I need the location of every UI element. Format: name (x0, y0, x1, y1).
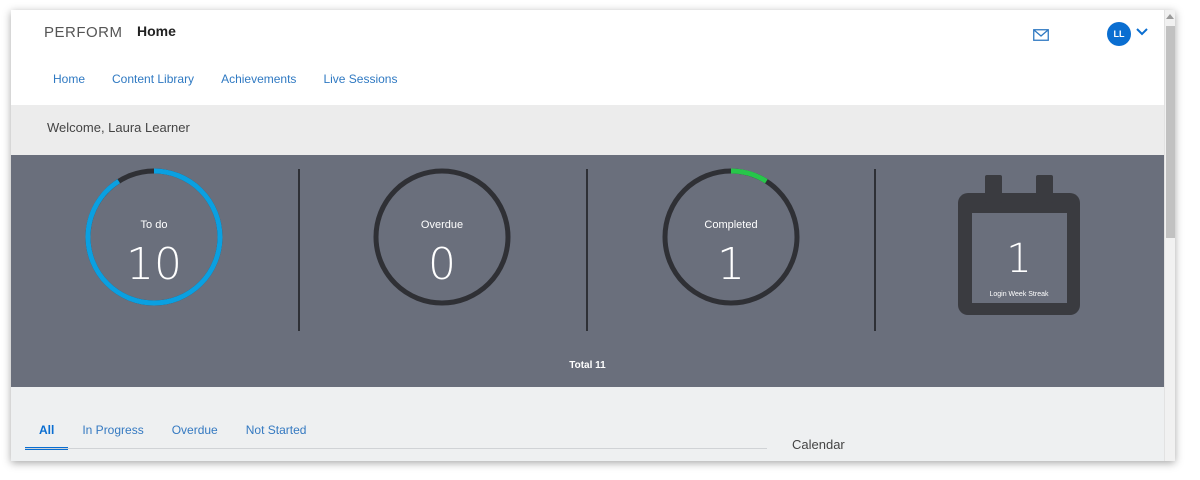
top-header: PERFORM Home LL Home Content Library Ach… (11, 10, 1164, 105)
page-title: Home (137, 23, 176, 39)
todo-value: 10 (126, 239, 182, 290)
avatar[interactable]: LL (1107, 22, 1131, 46)
streak-label: Login Week Streak (989, 291, 1049, 298)
total-count: Total 11 (569, 360, 606, 371)
tab-all[interactable]: All (25, 423, 69, 450)
welcome-bar: Welcome, Laura Learner (11, 105, 1164, 155)
login-streak-stat[interactable]: 1 Login Week Streak (958, 175, 1080, 315)
todo-stat[interactable]: To do 10 (85, 168, 223, 306)
nav-item-live-sessions[interactable]: Live Sessions (323, 72, 397, 86)
app-window: PERFORM Home LL Home Content Library Ach… (11, 10, 1175, 461)
tab-overdue[interactable]: Overdue (158, 423, 232, 450)
stats-panel: To do 10 Overdue 0 Completed 1 1 Login W… (11, 155, 1164, 387)
overdue-stat[interactable]: Overdue 0 (373, 168, 511, 306)
completed-stat[interactable]: Completed 1 (662, 168, 800, 306)
tab-in-progress[interactable]: In Progress (68, 423, 157, 450)
overdue-label: Overdue (421, 219, 463, 231)
stats-divider (586, 169, 588, 331)
completed-label: Completed (704, 219, 757, 231)
vertical-scrollbar[interactable] (1164, 10, 1175, 461)
nav-item-home[interactable]: Home (53, 72, 85, 86)
stats-divider (874, 169, 876, 331)
scroll-up-arrow-icon[interactable] (1166, 14, 1174, 19)
main-nav: Home Content Library Achievements Live S… (53, 72, 424, 86)
learning-section: All In Progress Overdue Not Started Cale… (11, 387, 1164, 461)
nav-item-content-library[interactable]: Content Library (112, 72, 194, 86)
calendar-heading: Calendar (792, 437, 845, 452)
chevron-down-icon[interactable] (1135, 26, 1149, 38)
mail-icon[interactable] (1033, 29, 1049, 41)
filter-tabs: All In Progress Overdue Not Started (25, 423, 320, 450)
calendar-ring-left (985, 175, 1002, 203)
scroll-thumb[interactable] (1166, 26, 1175, 238)
overdue-value: 0 (428, 239, 456, 290)
welcome-message: Welcome, Laura Learner (47, 120, 190, 135)
tabs-underline (25, 448, 767, 449)
app-logo: PERFORM (44, 24, 123, 41)
completed-value: 1 (717, 239, 745, 290)
main-content: PERFORM Home LL Home Content Library Ach… (11, 10, 1164, 461)
todo-label: To do (141, 219, 168, 231)
nav-item-achievements[interactable]: Achievements (221, 72, 296, 86)
tab-not-started[interactable]: Not Started (232, 423, 321, 450)
streak-value: 1 (1006, 236, 1031, 282)
stats-divider (298, 169, 300, 331)
calendar-ring-right (1036, 175, 1053, 203)
